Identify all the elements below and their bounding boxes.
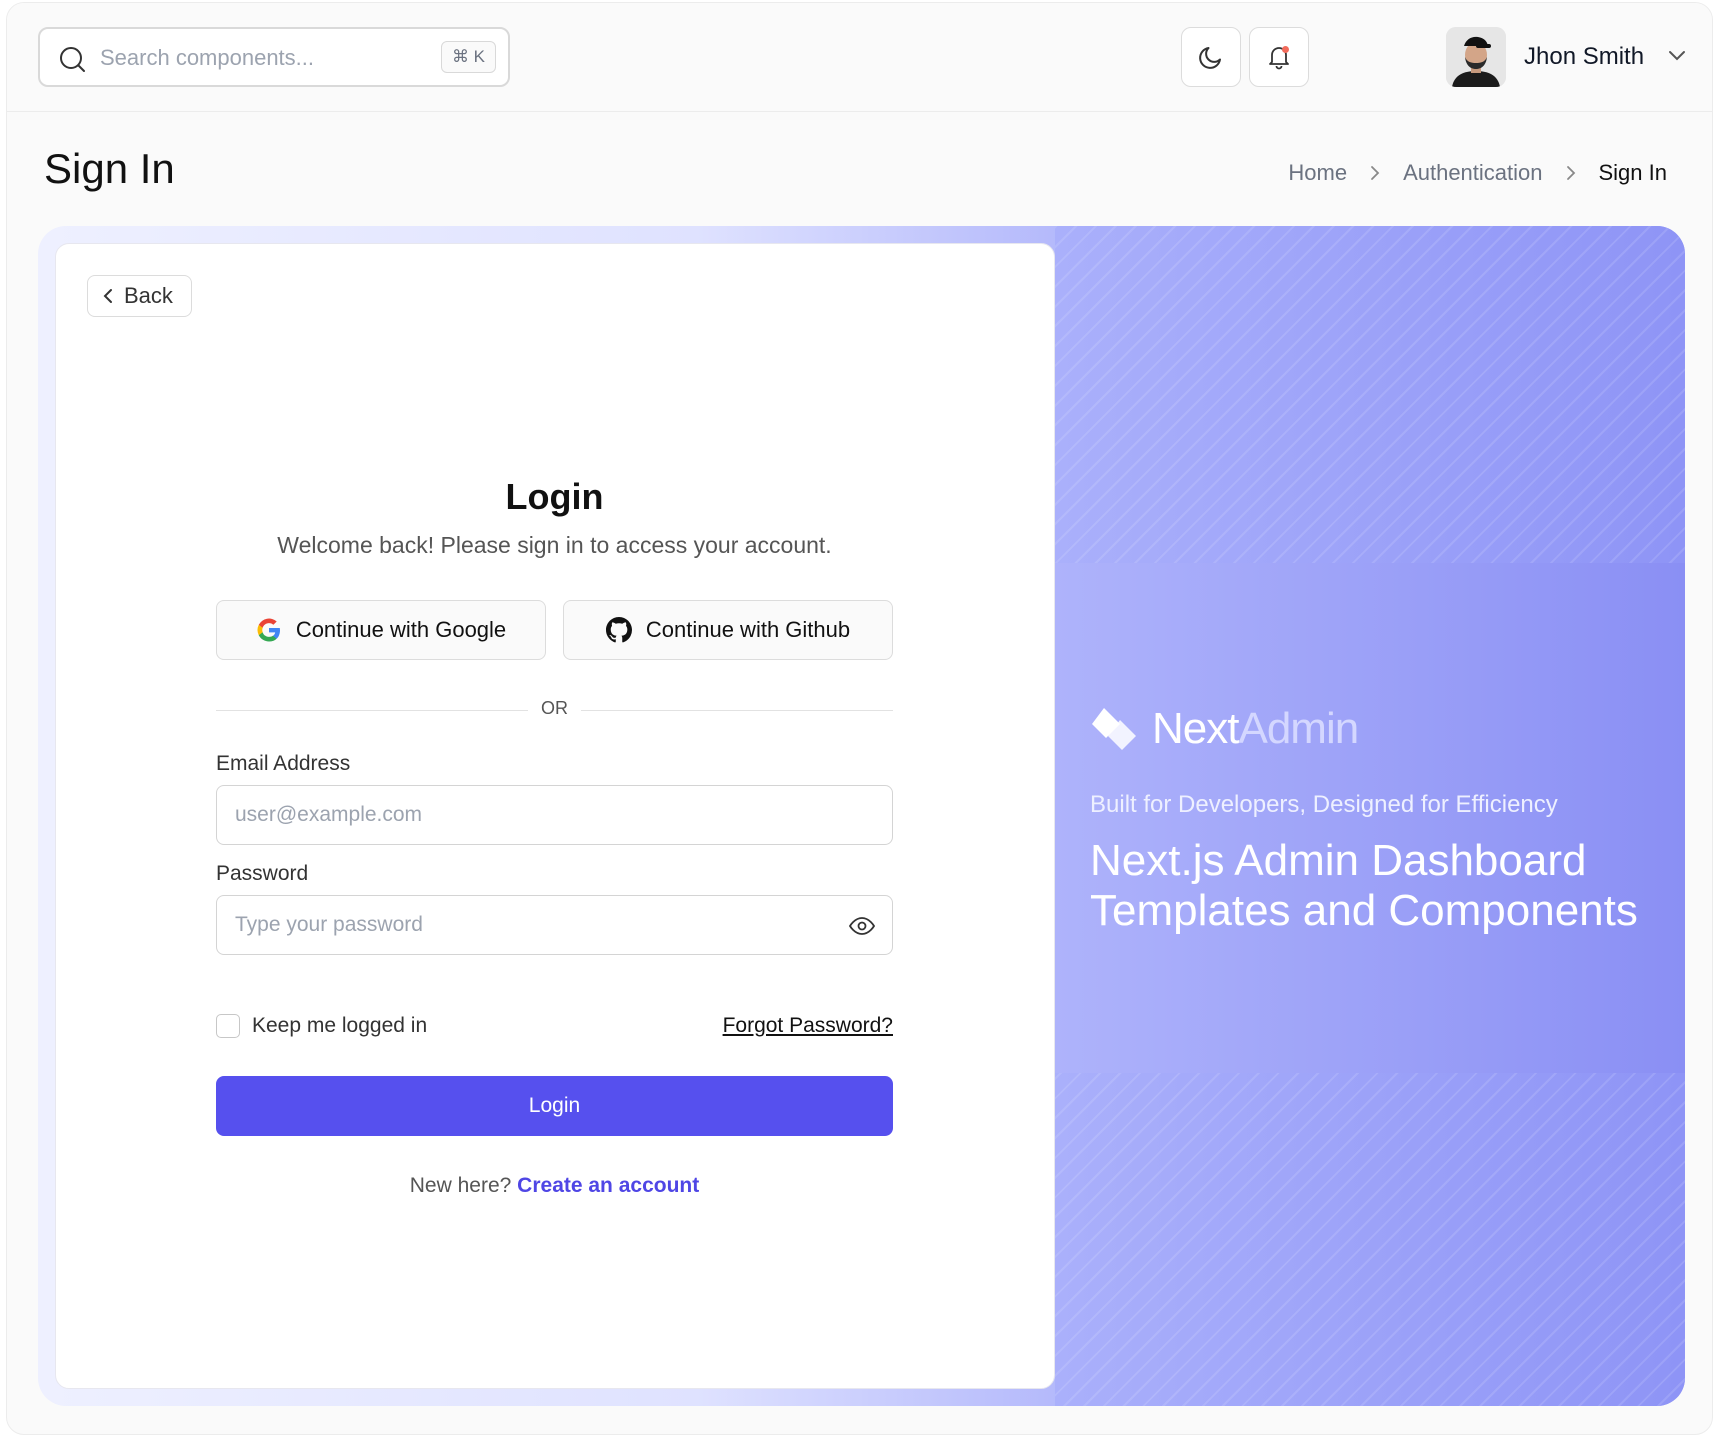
- google-login-label: Continue with Google: [295, 617, 507, 642]
- forgot-password-link[interactable]: Forgot Password?: [723, 1014, 893, 1038]
- back-button[interactable]: Back: [87, 275, 192, 317]
- bell-icon: [1269, 46, 1289, 70]
- or-divider-text: OR: [541, 698, 568, 718]
- breadcrumb: Home Authentication Sign In: [1288, 160, 1667, 186]
- password-placeholder: Type your password: [235, 913, 423, 936]
- remember-me-label: Keep me logged in: [252, 1014, 428, 1037]
- back-label: Back: [124, 283, 173, 308]
- page-title: Sign In: [44, 145, 175, 192]
- remember-me-checkbox[interactable]: [216, 1014, 240, 1038]
- login-submit-button[interactable]: Login: [216, 1076, 893, 1136]
- google-login-button[interactable]: Continue with Google: [216, 600, 546, 660]
- app-frame: Search components... ⌘ K Jhon Smith Sign…: [6, 2, 1713, 1435]
- signup-prompt: New here? Create an account: [216, 1174, 893, 1198]
- password-input[interactable]: Type your password: [216, 895, 893, 955]
- login-card: Back Login Welcome back! Please sign in …: [55, 243, 1055, 1389]
- google-icon: [257, 618, 280, 642]
- remember-me[interactable]: Keep me logged in: [216, 1014, 427, 1038]
- create-account-link[interactable]: Create an account: [517, 1174, 699, 1197]
- search-box[interactable]: Search components... ⌘ K: [38, 27, 510, 87]
- hero-section: NextAdmin Built for Developers, Designed…: [1055, 226, 1685, 1406]
- brand-name-secondary: Admin: [1238, 704, 1359, 753]
- github-icon: [605, 617, 632, 643]
- auth-panel: NextAdmin Built for Developers, Designed…: [38, 226, 1685, 1406]
- search-shortcut-badge: ⌘ K: [440, 41, 496, 73]
- user-name[interactable]: Jhon Smith: [1524, 43, 1644, 71]
- search-placeholder[interactable]: Search components...: [100, 45, 314, 71]
- moon-icon: [1199, 47, 1221, 69]
- chevron-right-icon: [1369, 164, 1381, 182]
- email-placeholder: user@example.com: [235, 803, 423, 826]
- eye-icon[interactable]: [848, 912, 876, 940]
- chevron-right-icon: [1565, 164, 1577, 182]
- login-subtitle: Welcome back! Please sign in to access y…: [277, 532, 832, 558]
- breadcrumb-authentication[interactable]: Authentication: [1403, 160, 1542, 186]
- login-title: Login: [505, 476, 604, 517]
- user-avatar[interactable]: [1446, 27, 1506, 87]
- chevron-left-icon: [103, 289, 112, 303]
- github-login-label: Continue with Github: [645, 617, 851, 642]
- or-divider: OR: [216, 696, 893, 726]
- breadcrumb-current: Sign In: [1598, 160, 1668, 185]
- email-label: Email Address: [216, 752, 351, 775]
- chevron-down-icon[interactable]: [1667, 49, 1687, 63]
- hero-headline: Next.js Admin Dashboard Templates and Co…: [1090, 836, 1638, 935]
- notifications-button[interactable]: [1249, 27, 1309, 87]
- signup-prompt-text: New here?: [409, 1174, 512, 1197]
- github-login-button[interactable]: Continue with Github: [563, 600, 893, 660]
- search-icon: [60, 47, 85, 72]
- breadcrumb-home[interactable]: Home: [1288, 160, 1347, 186]
- brand-logo: NextAdmin: [1090, 704, 1359, 754]
- top-bar: Search components... ⌘ K Jhon Smith: [7, 3, 1712, 112]
- brand-name-primary: Next: [1152, 704, 1239, 753]
- logo-mark-icon: [1092, 708, 1136, 750]
- hero-tagline: Built for Developers, Designed for Effic…: [1090, 791, 1558, 818]
- theme-toggle-button[interactable]: [1181, 27, 1241, 87]
- password-label: Password: [216, 862, 309, 885]
- user-photo-icon: [1446, 27, 1506, 87]
- email-input[interactable]: user@example.com: [216, 785, 893, 845]
